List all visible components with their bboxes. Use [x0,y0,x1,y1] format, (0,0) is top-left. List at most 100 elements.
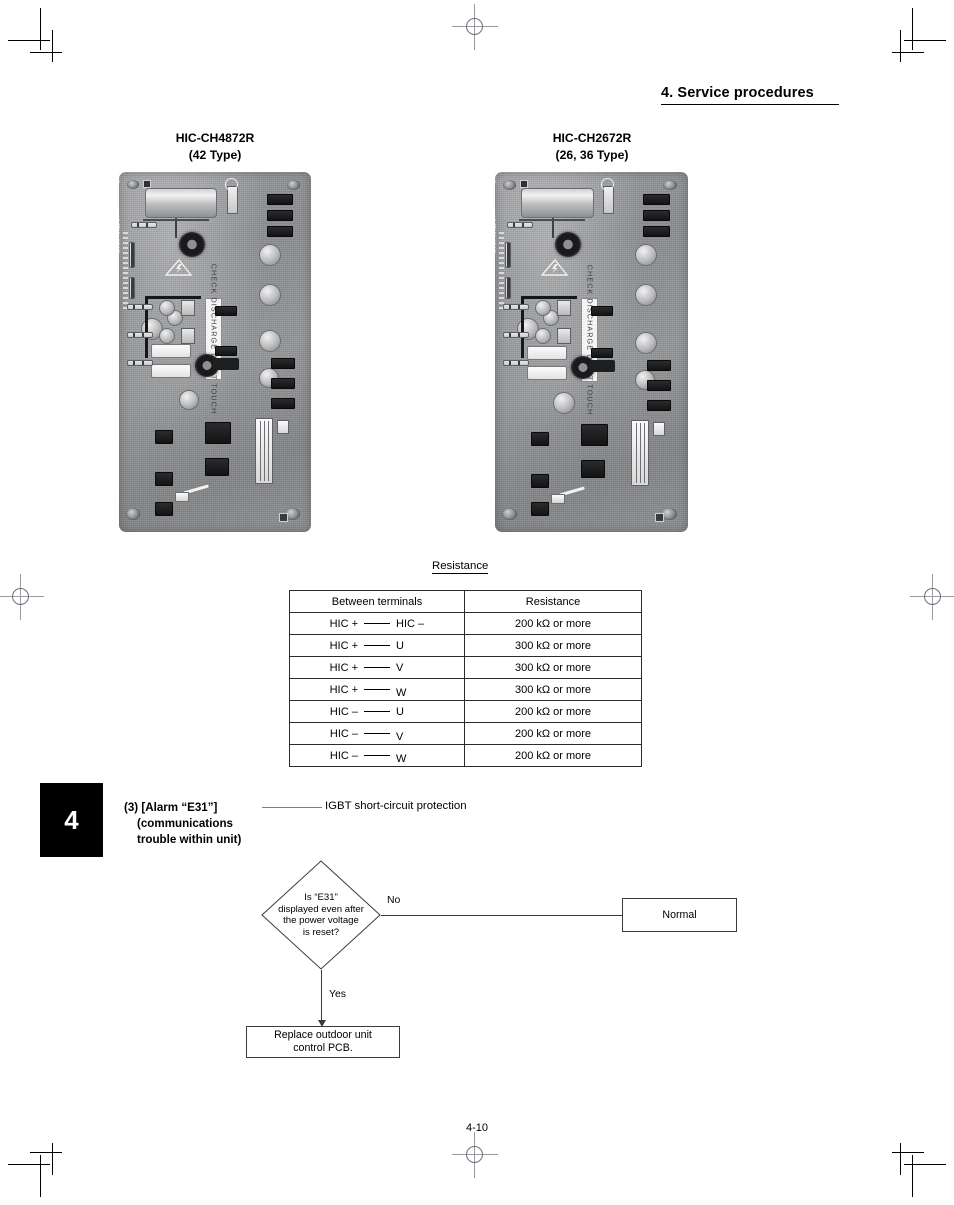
electrolytic-capacitor [179,390,199,410]
board-model-right: HIC-CH2672R [552,131,632,145]
terminal-pair-cell: HIC – V [289,722,465,745]
pcb-trace-heavy [521,296,577,299]
black-capacitor [589,360,615,372]
connector-cn1 [631,420,649,486]
terminal-connection-line [364,711,390,712]
resistance-value: 200 kΩ or more [464,700,642,723]
test-point-circle [225,178,238,191]
resistance-value: 300 kΩ or more [464,656,642,679]
resistance-value: 200 kΩ or more [464,744,642,767]
resistor [503,304,529,310]
integrated-circuit [531,474,549,488]
trimmer-component [159,328,175,344]
edge-pad-row [123,232,128,312]
resistance-value: 300 kΩ or more [464,634,642,657]
resistor [505,277,511,299]
mounting-hole [502,508,517,520]
alarm-heading: (3) [Alarm “E31”] (communications troubl… [124,800,241,848]
integrated-circuit [205,458,229,476]
crop-mark-bottom-left-v [40,1155,42,1197]
power-transistor [267,226,293,237]
film-capacitor [151,364,191,378]
resistor [503,332,529,338]
solder-pad [279,513,288,522]
ferrite-toroid [555,232,581,257]
resistance-table: Between terminals Resistance HIC + HIC –… [289,590,642,767]
terminal-from: HIC + [329,617,358,630]
integrated-circuit [155,502,173,516]
mounting-hole [503,180,516,190]
table-row: HIC + U 300 kΩ or more [289,634,642,657]
crop-mark-top-right-v [912,8,914,50]
resistor [129,242,135,268]
power-transistor [647,380,671,391]
flowline-no-horizontal [381,915,622,916]
power-transistor [267,194,293,205]
terminal-to: HIC – [396,617,425,630]
component-block [557,328,571,344]
terminal-connection-line [364,645,390,646]
mounting-hole [127,180,139,189]
board-type-right: (26, 36 Type) [555,147,629,162]
flowchart-decision-node: Is “E31” displayed even after the power … [261,860,381,970]
warning-label-text: CHECK DISCHARGE DON'T TOUCH [585,264,594,416]
table-row: HIC + W 300 kΩ or more [289,678,642,701]
crop-mark-top-right-v2 [900,30,902,62]
capacitor-lead [552,218,554,238]
pcb-trace [143,219,209,221]
alarm-number-label: (3) [Alarm “E31”] [124,801,218,814]
power-transistor [647,400,671,411]
high-voltage-warning-triangle [540,256,575,278]
electrolytic-capacitor [259,330,281,352]
alarm-sub-line-2: trouble within unit) [137,833,242,846]
resistor [131,222,157,228]
wire-clip [175,492,189,502]
capacitor-lead [175,218,177,238]
resistor [503,360,529,366]
page-title: 4. Service procedures [661,85,839,105]
power-transistor [643,210,670,221]
power-transistor [271,398,295,409]
connector-top-right [653,422,665,436]
pcb-photo-hic-ch2672r: CHECK DISCHARGE DON'T TOUCH HIC PC21 PC2… [495,172,688,532]
pcb-trace [519,219,585,221]
crop-mark-bottom-right-v [912,1155,914,1197]
power-transistor [643,226,670,237]
chapter-tab: 4 [40,783,103,857]
registration-mark-bottom [452,1132,498,1178]
alarm-sub-line-1: (communications [137,817,233,830]
decision-text: Is “E31” displayed even after the power … [278,891,364,938]
table-row: HIC – U 200 kΩ or more [289,700,642,723]
integrated-circuit [581,424,608,446]
test-point-circle [601,178,614,191]
crop-mark-bottom-left-v2 [52,1143,54,1175]
crop-mark-top-right-h2 [892,52,924,54]
flowbox-normal: Normal [622,898,737,932]
film-capacitor [527,346,567,360]
trimmer-component [535,300,551,316]
power-transistor [267,210,293,221]
crop-mark-top-left-h [8,40,50,42]
terminal-connection-line [364,667,390,668]
power-transistor [271,358,295,369]
integrated-circuit [531,502,549,516]
terminal-to: U [396,639,404,652]
crop-mark-bottom-left-h2 [30,1152,62,1154]
power-transistor [647,360,671,371]
electrolytic-capacitor [553,392,575,414]
board-type-left: (42 Type) [188,147,242,162]
smd-capacitor [215,346,237,356]
terminal-pair-cell: HIC + U [289,634,465,657]
terminal-connection-line [364,755,390,756]
smd-capacitor [591,348,613,358]
mounting-hole [126,508,140,520]
alarm-connector-line [262,807,322,808]
alarm-description: IGBT short-circuit protection [325,800,467,812]
resistance-value: 300 kΩ or more [464,678,642,701]
component-block [557,300,571,316]
black-capacitor [213,358,239,370]
registration-mark-left [0,574,44,620]
smd-capacitor [215,306,237,316]
table-row: HIC + HIC – 200 kΩ or more [289,612,642,635]
terminal-connection-line [364,733,390,734]
